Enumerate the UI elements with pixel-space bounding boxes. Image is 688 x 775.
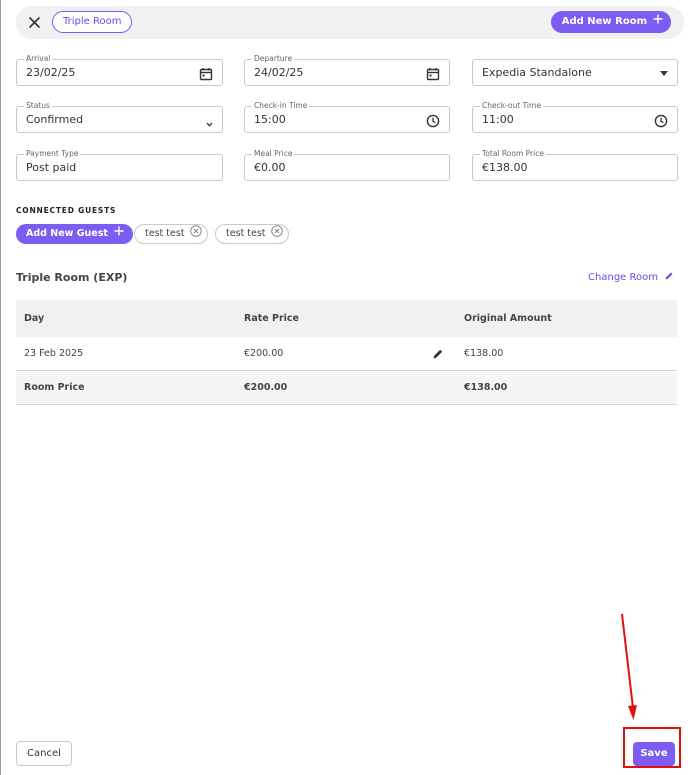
channel-value: Expedia Standalone: [482, 66, 592, 79]
annotation-arrow: [621, 613, 637, 720]
room-tab-chip[interactable]: Triple Room: [52, 11, 133, 33]
meal-price-label: Meal Price: [252, 148, 295, 160]
payment-type-field[interactable]: Payment Type Post paid: [16, 148, 223, 181]
checkout-time-label: Check-out Time: [480, 100, 543, 112]
annotation-highlight-box: [623, 727, 681, 768]
calendar-icon[interactable]: [199, 66, 213, 81]
remove-guest-icon[interactable]: [270, 224, 283, 244]
meal-price-field[interactable]: Meal Price €0.00: [244, 148, 450, 181]
rate-price-cell: €200.00: [244, 348, 284, 359]
chevron-down-icon: [205, 114, 214, 133]
checkin-time-field[interactable]: Check-in Time 15:00: [244, 100, 450, 133]
guest-name: test test: [226, 228, 266, 239]
clock-icon[interactable]: [426, 113, 440, 128]
remove-guest-icon[interactable]: [189, 224, 202, 244]
checkin-time-value: 15:00: [254, 113, 286, 126]
payment-type-label: Payment Type: [24, 148, 81, 160]
guest-chip[interactable]: test test: [134, 224, 208, 244]
cancel-button[interactable]: Cancel: [16, 741, 72, 766]
connected-guests-title: CONNECTED GUESTS: [16, 206, 117, 215]
status-value: Confirmed: [26, 113, 84, 126]
total-room-price-field[interactable]: Total Room Price €138.00: [472, 148, 678, 181]
column-header-day: Day: [24, 313, 45, 324]
clock-icon[interactable]: [654, 113, 668, 128]
add-new-guest-label: Add New Guest: [26, 228, 108, 239]
guest-chip[interactable]: test test: [215, 224, 289, 244]
departure-value: 24/02/25: [254, 66, 304, 79]
status-select[interactable]: Status Confirmed: [16, 100, 223, 133]
total-original-cell: €138.00: [464, 382, 508, 393]
checkout-time-field[interactable]: Check-out Time 11:00: [472, 100, 678, 133]
arrival-label: Arrival: [24, 53, 53, 65]
total-room-price-value: €138.00: [482, 161, 528, 174]
edit-rate-pencil-icon[interactable]: [432, 348, 444, 363]
arrival-value: 23/02/25: [26, 66, 76, 79]
dropdown-caret-icon: [660, 71, 668, 76]
payment-type-value: Post paid: [26, 161, 77, 174]
panel-left-border: [0, 0, 1, 775]
total-rate-cell: €200.00: [244, 382, 288, 393]
checkout-time-value: 11:00: [482, 113, 514, 126]
column-header-original-amount: Original Amount: [464, 313, 552, 324]
calendar-icon[interactable]: [426, 66, 440, 81]
close-icon[interactable]: [24, 12, 44, 32]
add-new-room-label: Add New Room: [561, 16, 647, 27]
table-header-row: Day Rate Price Original Amount: [16, 300, 677, 337]
plus-icon: [653, 11, 663, 33]
meal-price-value: €0.00: [254, 161, 286, 174]
guest-name: test test: [145, 228, 185, 239]
pencil-icon: [664, 271, 674, 284]
original-amount-cell: €138.00: [464, 348, 504, 359]
add-new-guest-button[interactable]: Add New Guest: [16, 224, 133, 244]
add-new-room-button[interactable]: Add New Room: [550, 11, 671, 33]
total-room-price-label: Total Room Price: [480, 148, 546, 160]
arrival-field[interactable]: Arrival 23/02/25: [16, 53, 223, 86]
plus-icon: [114, 224, 124, 244]
room-heading: Triple Room (EXP): [16, 271, 128, 284]
table-row: 23 Feb 2025 €200.00 €138.00: [16, 337, 677, 371]
change-room-label: Change Room: [588, 272, 658, 283]
rate-table: Day Rate Price Original Amount 23 Feb 20…: [16, 300, 677, 405]
total-label-cell: Room Price: [24, 382, 85, 393]
change-room-link[interactable]: Change Room: [588, 271, 674, 284]
table-total-row: Room Price €200.00 €138.00: [16, 371, 677, 405]
departure-field[interactable]: Departure 24/02/25: [244, 53, 450, 86]
day-cell: 23 Feb 2025: [24, 348, 84, 359]
status-label: Status: [24, 100, 52, 112]
checkin-time-label: Check-in Time: [252, 100, 310, 112]
channel-select[interactable]: Expedia Standalone: [472, 59, 678, 86]
room-tab-bar: Triple Room Add New Room: [16, 6, 684, 39]
column-header-rate-price: Rate Price: [244, 313, 299, 324]
departure-label: Departure: [252, 53, 295, 65]
